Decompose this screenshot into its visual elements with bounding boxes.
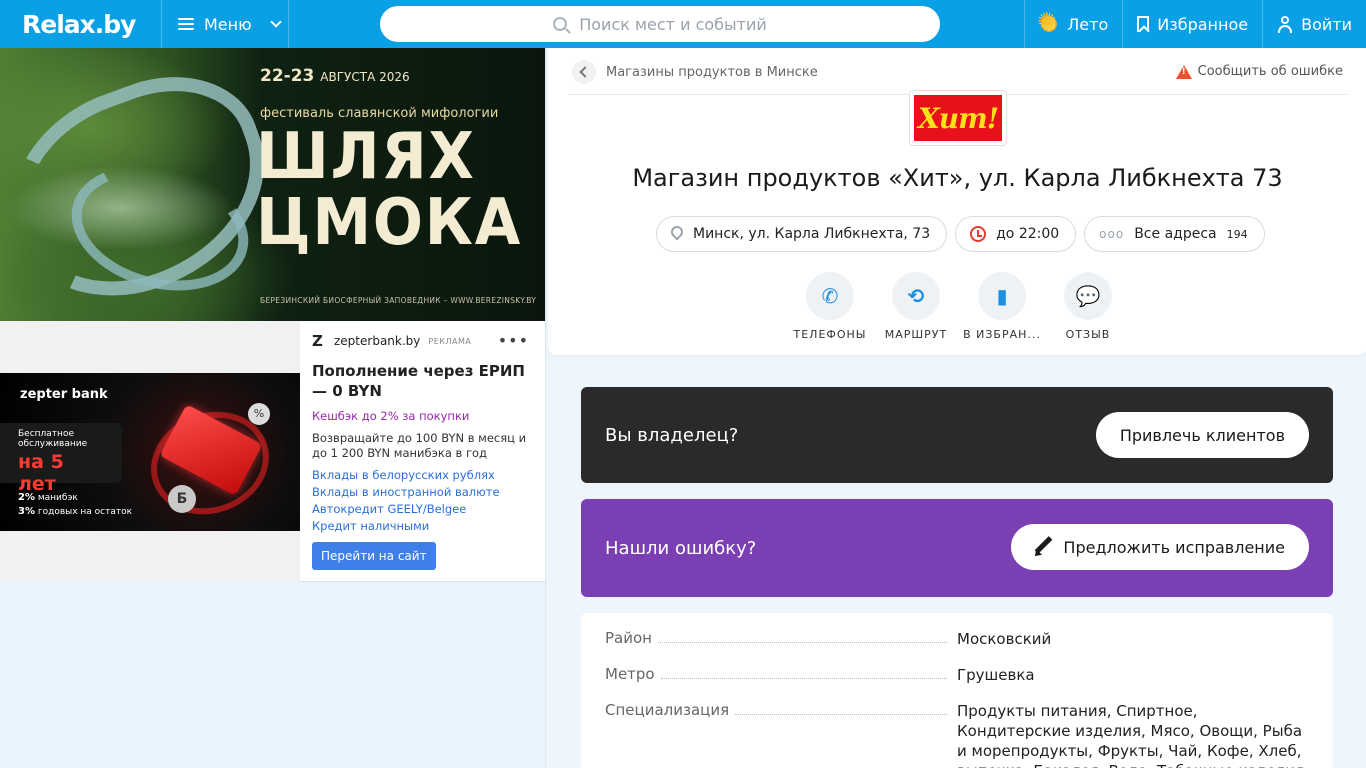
zepter-icon: Z — [312, 332, 323, 350]
ad-badge: Бесплатное обслуживание на 5 лет — [0, 423, 122, 495]
ad-image[interactable]: zepter bank % Б Бесплатное обслуживание … — [0, 373, 300, 531]
menu-label: Меню — [204, 14, 252, 34]
ad-link[interactable]: Кредит наличными — [312, 518, 500, 535]
detail-row: Специализация Продукты питания, Спиртное… — [605, 701, 1309, 768]
festival-banner[interactable]: 22-23 АВГУСТА 2026 фестиваль славянской … — [0, 48, 545, 321]
owner-label: Вы владелец? — [605, 425, 739, 446]
ad-link[interactable]: Автокредит GEELY/Belgee — [312, 501, 500, 518]
bank-ad[interactable]: zepter bank % Б Бесплатное обслуживание … — [0, 321, 545, 582]
attract-clients-button[interactable]: Привлечь клиентов — [1095, 412, 1309, 458]
ad-link[interactable]: Вклады в белорусских рублях — [312, 467, 500, 484]
ad-source[interactable]: Z zepterbank.by РЕКЛАМА — [312, 333, 471, 349]
detail-key: Район — [605, 629, 658, 649]
details-card: Район Московский Метро Грушевка Специали… — [581, 613, 1333, 768]
menu-button[interactable]: Меню — [162, 0, 289, 48]
route-button[interactable]: ⟲ МАРШРУТ — [878, 272, 954, 341]
ad-perks: 2% манибэк 3% годовых на остаток — [18, 492, 133, 517]
chevron-down-icon — [269, 16, 282, 28]
page-title: Магазин продуктов «Хит», ул. Карла Либкн… — [632, 164, 1283, 192]
error-label: Нашли ошибку? — [605, 538, 757, 559]
suggest-fix-button[interactable]: Предложить исправление — [1011, 524, 1309, 570]
detail-row: Метро Грушевка — [605, 665, 1309, 685]
add-favorite-button[interactable]: ▮ В ИЗБРАН... — [963, 272, 1040, 341]
warning-icon — [1175, 64, 1192, 79]
ad-headline[interactable]: Пополнение через ЕРИП — 0 BYN — [312, 361, 537, 401]
percent-icon: % — [248, 403, 270, 425]
dots-icon: ooo — [1099, 227, 1125, 241]
address-count: 194 — [1226, 227, 1248, 241]
phones-button[interactable]: ✆ ТЕЛЕФОНЫ — [792, 272, 868, 341]
season-label: Лето — [1067, 14, 1109, 34]
detail-value: Грушевка — [957, 666, 1035, 684]
detail-key: Метро — [605, 665, 661, 685]
ad-description: Возвращайте до 100 BYN в месяц и до 1 20… — [312, 431, 527, 460]
map-pin-icon — [671, 226, 683, 242]
favorites-label: Избранное — [1157, 14, 1249, 34]
user-icon — [1277, 16, 1293, 33]
all-addresses-chip[interactable]: ooo Все адреса 194 — [1084, 216, 1265, 252]
ad-cashback: Кешбэк до 2% за покупки — [312, 409, 470, 423]
error-block: Нашли ошибку? Предложить исправление — [581, 499, 1333, 597]
zepter-logo: zepter bank — [20, 387, 108, 402]
bookmark-icon: ▮ — [978, 272, 1026, 320]
detail-value: Московский — [957, 630, 1052, 648]
detail-key: Специализация — [605, 701, 736, 768]
detail-row: Район Московский — [605, 629, 1309, 649]
ad-link[interactable]: Вклады в иностранной валюте — [312, 484, 500, 501]
comment-icon: 💬 — [1064, 272, 1112, 320]
banner-date: 22-23 АВГУСТА 2026 — [260, 66, 410, 86]
ad-links: Вклады в белорусских рублях Вклады в ино… — [312, 467, 500, 535]
byn-coin-icon: Б — [168, 485, 196, 513]
bookmark-icon — [1137, 16, 1150, 32]
menu-icon — [178, 18, 194, 30]
owner-block: Вы владелец? Привлечь клиентов — [581, 387, 1333, 483]
sun-icon — [1037, 9, 1060, 35]
banner-subtitle: фестиваль славянской мифологии — [260, 106, 499, 121]
place-logo: Хит! — [909, 90, 1007, 146]
back-arrow-icon[interactable] — [572, 60, 596, 84]
phone-icon: ✆ — [806, 272, 854, 320]
breadcrumb-label[interactable]: Магазины продуктов в Минске — [606, 65, 818, 80]
season-button[interactable]: Лето — [1024, 0, 1122, 48]
breadcrumb[interactable]: Магазины продуктов в Минске — [572, 60, 818, 84]
search-icon — [553, 17, 568, 31]
detail-value: Продукты питания, Спиртное, Кондитерские… — [957, 702, 1304, 768]
more-options-icon[interactable]: ••• — [498, 331, 529, 350]
ad-cta-button[interactable]: Перейти на сайт — [312, 542, 436, 570]
report-error-link[interactable]: Сообщить об ошибке — [1175, 64, 1343, 79]
search-placeholder: Поиск мест и событий — [579, 14, 767, 34]
banner-title: ШЛЯХ ЦМОКА — [256, 120, 523, 260]
place-content: Магазины продуктов в Минске Сообщить об … — [545, 48, 1366, 768]
site-logo[interactable]: Relax.by — [0, 0, 162, 48]
hours-chip[interactable]: до 22:00 — [955, 216, 1077, 252]
banner-footer: БЕРЕЗИНСКИЙ БИОСФЕРНЫЙ ЗАПОВЕДНИК – WWW.… — [260, 296, 537, 305]
login-button[interactable]: Войти — [1262, 0, 1366, 48]
pencil-icon — [1033, 537, 1053, 557]
top-header: Relax.by Меню Поиск мест и событий Лето … — [0, 0, 1366, 48]
route-icon: ⟲ — [892, 272, 940, 320]
favorites-button[interactable]: Избранное — [1122, 0, 1262, 48]
address-chip[interactable]: Минск, ул. Карла Либкнехта, 73 — [656, 216, 948, 252]
place-header-card: Магазины продуктов в Минске Сообщить об … — [548, 48, 1366, 355]
clock-icon — [970, 226, 987, 242]
review-button[interactable]: 💬 ОТЗЫВ — [1050, 272, 1126, 341]
search-input[interactable]: Поиск мест и событий — [380, 6, 940, 42]
login-label: Войти — [1301, 14, 1352, 34]
left-ads-column: 22-23 АВГУСТА 2026 фестиваль славянской … — [0, 48, 545, 768]
